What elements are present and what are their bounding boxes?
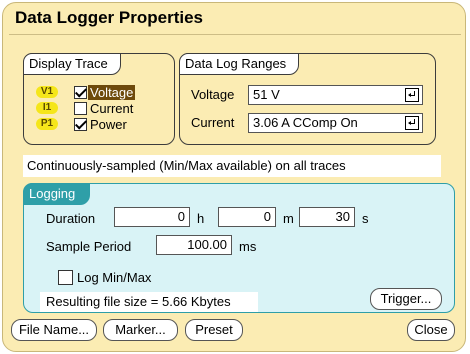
trace-row-voltage[interactable]: V1 Voltage: [36, 84, 136, 100]
display-trace-label: Display Trace: [23, 53, 121, 75]
trigger-button[interactable]: Trigger...: [370, 288, 442, 310]
duration-seconds-input[interactable]: 30: [299, 207, 355, 227]
trace-tag-i1: I1: [36, 102, 58, 114]
data-log-ranges-group: Data Log Ranges Voltage 51 V Current 3.0…: [179, 53, 436, 145]
log-minmax-toggle[interactable]: Log Min/Max: [58, 270, 151, 285]
voltage-range-label: Voltage: [191, 87, 235, 102]
trace-row-power[interactable]: P1 Power: [36, 116, 129, 132]
voltage-trace-checkbox[interactable]: [74, 85, 87, 99]
trace-row-current[interactable]: I1 Current: [36, 100, 135, 116]
data-logger-properties-dialog: Data Logger Properties Display Trace V1 …: [2, 2, 466, 352]
resulting-file-size: Resulting file size = 5.66 Kbytes: [40, 292, 258, 312]
title-divider: [9, 34, 461, 35]
current-range-label: Current: [191, 115, 235, 130]
sample-period-input[interactable]: 100.00: [156, 235, 232, 255]
current-range-value: 3.06 A CComp On: [253, 115, 358, 130]
seconds-unit: s: [362, 211, 369, 226]
data-log-ranges-label: Data Log Ranges: [179, 53, 300, 75]
enter-icon[interactable]: [405, 88, 419, 102]
duration-label: Duration: [46, 211, 96, 226]
marker-button[interactable]: Marker...: [103, 319, 178, 341]
sample-period-label: Sample Period: [46, 239, 132, 254]
power-trace-label: Power: [90, 116, 127, 132]
voltage-trace-label: Voltage: [88, 84, 136, 100]
sampling-info: Continuously-sampled (Min/Max available)…: [23, 155, 441, 177]
duration-hours-input[interactable]: 0: [114, 207, 190, 227]
trace-tag-p1: P1: [36, 118, 58, 130]
enter-icon[interactable]: [405, 116, 419, 130]
dialog-title: Data Logger Properties: [15, 8, 203, 27]
logging-label: Logging: [23, 183, 91, 205]
log-minmax-label: Log Min/Max: [77, 270, 152, 285]
trace-tag-v1: V1: [36, 86, 58, 98]
current-trace-label: Current: [90, 100, 134, 116]
voltage-range-select[interactable]: 51 V: [248, 85, 423, 105]
preset-button[interactable]: Preset: [185, 319, 243, 341]
logging-group: Logging Duration 0 h 0 m 30 s Sample Per…: [23, 183, 455, 313]
voltage-range-value: 51 V: [253, 87, 280, 102]
sample-period-unit: ms: [239, 239, 257, 254]
power-trace-checkbox[interactable]: [74, 117, 87, 131]
minutes-unit: m: [283, 211, 294, 226]
display-trace-group: Display Trace V1 Voltage I1 Current P1 P…: [23, 53, 175, 145]
hours-unit: h: [197, 211, 205, 226]
current-range-select[interactable]: 3.06 A CComp On: [248, 113, 423, 133]
duration-minutes-input[interactable]: 0: [218, 207, 276, 227]
log-minmax-checkbox[interactable]: [58, 270, 73, 285]
current-trace-checkbox[interactable]: [74, 101, 87, 115]
close-button[interactable]: Close: [407, 319, 455, 341]
file-name-button[interactable]: File Name...: [11, 319, 97, 341]
